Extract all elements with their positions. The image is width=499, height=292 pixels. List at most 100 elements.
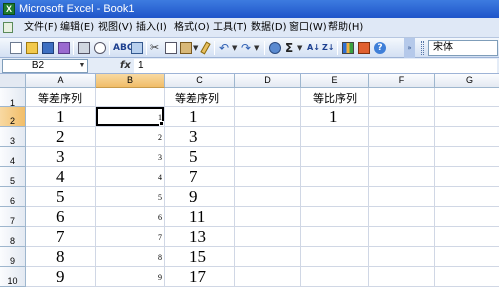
column-header-d[interactable]: D <box>235 74 301 88</box>
cell-g5[interactable] <box>435 167 499 187</box>
toolbar-grip[interactable] <box>421 41 424 55</box>
function-icon[interactable]: fx <box>120 58 131 74</box>
menu-window[interactable]: 窗口(W) <box>287 18 329 38</box>
menu-view[interactable]: 视图(V) <box>96 18 135 38</box>
undo-icon[interactable]: ↶ <box>219 42 231 54</box>
row-header-8[interactable]: 8 <box>0 227 26 247</box>
cell-g6[interactable] <box>435 187 499 207</box>
cut-icon[interactable]: ✂ <box>150 42 162 54</box>
permission-icon[interactable] <box>58 42 70 54</box>
hyperlink-icon[interactable] <box>269 42 281 54</box>
cell-e4[interactable] <box>301 147 369 167</box>
research-icon[interactable] <box>131 42 143 54</box>
row-header-2[interactable]: 2 <box>0 107 26 127</box>
cell-f2[interactable] <box>369 107 435 127</box>
cell-d8[interactable] <box>235 227 301 247</box>
drawing-icon[interactable] <box>358 42 370 54</box>
column-header-c[interactable]: C <box>165 74 235 88</box>
cell-g1[interactable] <box>435 88 499 107</box>
cell-g9[interactable] <box>435 247 499 267</box>
menu-help[interactable]: 帮助(H) <box>326 18 365 38</box>
autosum-dropdown-icon[interactable]: ▼ <box>297 42 302 54</box>
cell-e10[interactable] <box>301 267 369 287</box>
cell-g10[interactable] <box>435 267 499 287</box>
row-header-3[interactable]: 3 <box>0 127 26 147</box>
paste-dropdown-icon[interactable]: ▼ <box>193 42 198 54</box>
cell-f1[interactable] <box>369 88 435 107</box>
save-icon[interactable] <box>42 42 54 54</box>
cell-e6[interactable] <box>301 187 369 207</box>
cell-f7[interactable] <box>369 207 435 227</box>
cell-d9[interactable] <box>235 247 301 267</box>
toolbar-options-icon[interactable]: » <box>404 38 415 58</box>
redo-icon[interactable]: ↷ <box>241 42 253 54</box>
column-header-g[interactable]: G <box>435 74 499 88</box>
cell-g2[interactable] <box>435 107 499 127</box>
cell-e8[interactable] <box>301 227 369 247</box>
copy-icon[interactable] <box>165 42 177 54</box>
name-box[interactable]: B2 ▼ <box>2 59 88 73</box>
undo-dropdown-icon[interactable]: ▼ <box>232 42 237 54</box>
help-icon[interactable]: ? <box>374 42 386 54</box>
row-header-4[interactable]: 4 <box>0 147 26 167</box>
cell-f8[interactable] <box>369 227 435 247</box>
cell-f3[interactable] <box>369 127 435 147</box>
format-painter-icon[interactable] <box>200 41 211 55</box>
menu-tools[interactable]: 工具(T) <box>211 18 249 38</box>
open-folder-icon[interactable] <box>26 42 38 54</box>
font-name-select[interactable]: 宋体 <box>428 40 498 56</box>
cell-e3[interactable] <box>301 127 369 147</box>
workbook-icon[interactable] <box>3 22 13 33</box>
menu-format[interactable]: 格式(O) <box>172 18 212 38</box>
sort-ascending-icon[interactable]: A↓ <box>307 42 320 54</box>
menu-insert[interactable]: 插入(I) <box>134 18 169 38</box>
redo-dropdown-icon[interactable]: ▼ <box>254 42 259 54</box>
cell-e7[interactable] <box>301 207 369 227</box>
cell-e9[interactable] <box>301 247 369 267</box>
chart-wizard-icon[interactable] <box>342 42 354 54</box>
cell-g7[interactable] <box>435 207 499 227</box>
menu-edit[interactable]: 编辑(E) <box>58 18 96 38</box>
row-header-6[interactable]: 6 <box>0 187 26 207</box>
menu-data[interactable]: 数据(D) <box>249 18 289 38</box>
cell-g3[interactable] <box>435 127 499 147</box>
column-header-b[interactable]: B <box>96 74 165 88</box>
autosum-icon[interactable]: Σ <box>285 42 297 54</box>
cell-f4[interactable] <box>369 147 435 167</box>
paste-icon[interactable] <box>180 42 192 54</box>
cell-f9[interactable] <box>369 247 435 267</box>
row-header-1[interactable]: 1 <box>0 88 26 108</box>
spelling-icon[interactable]: ABC <box>113 42 133 54</box>
chevron-down-icon[interactable]: ▼ <box>77 60 87 72</box>
cell-d2[interactable] <box>235 107 301 127</box>
worksheet-grid[interactable]: A B C D E F G 1 2 3 4 5 6 7 8 9 10 等差序列 等差序列 等比序列 1 2 3 4 5 6 7 8 9 1… <box>0 74 499 292</box>
row-header-9[interactable]: 9 <box>0 247 26 267</box>
cell-g8[interactable] <box>435 227 499 247</box>
menu-file[interactable]: 文件(F) <box>22 18 60 38</box>
new-document-icon[interactable] <box>10 42 22 54</box>
cell-f5[interactable] <box>369 167 435 187</box>
column-header-e[interactable]: E <box>301 74 369 88</box>
row-header-10[interactable]: 10 <box>0 267 26 287</box>
print-icon[interactable] <box>78 42 90 54</box>
row-header-5[interactable]: 5 <box>0 167 26 187</box>
select-all-corner[interactable] <box>0 74 26 88</box>
cell-b1[interactable] <box>96 88 165 107</box>
cell-d6[interactable] <box>235 187 301 207</box>
cell-g4[interactable] <box>435 147 499 167</box>
sort-descending-icon[interactable]: Z↓ <box>322 42 335 54</box>
cell-d5[interactable] <box>235 167 301 187</box>
cell-f6[interactable] <box>369 187 435 207</box>
cell-e5[interactable] <box>301 167 369 187</box>
print-preview-icon[interactable] <box>94 42 106 54</box>
cell-d3[interactable] <box>235 127 301 147</box>
formula-input[interactable]: 1 <box>134 59 497 73</box>
column-header-a[interactable]: A <box>26 74 96 88</box>
cell-f10[interactable] <box>369 267 435 287</box>
row-header-7[interactable]: 7 <box>0 207 26 227</box>
column-header-f[interactable]: F <box>369 74 435 88</box>
cell-d7[interactable] <box>235 207 301 227</box>
fill-handle[interactable] <box>159 121 164 126</box>
cell-d4[interactable] <box>235 147 301 167</box>
cell-d10[interactable] <box>235 267 301 287</box>
